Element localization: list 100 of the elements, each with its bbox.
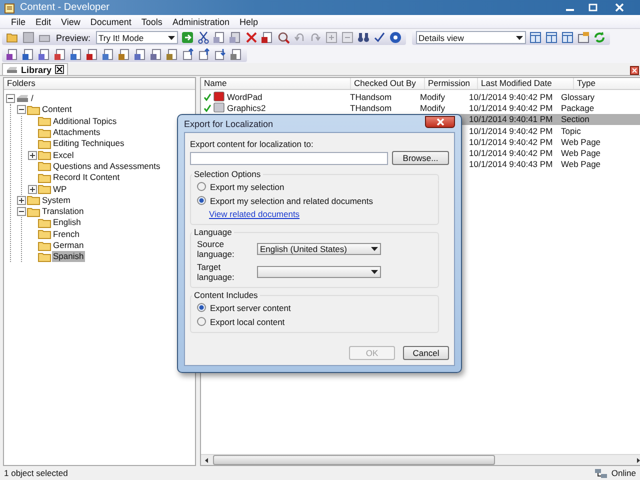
collapse-icon[interactable] (17, 105, 26, 114)
folder-item[interactable]: Questions and Assessments (52, 160, 162, 172)
expand-icon[interactable] (17, 196, 26, 205)
radio-option[interactable]: Export local content (197, 316, 432, 327)
folder-icon (38, 252, 51, 262)
menu-item[interactable]: File (6, 16, 31, 26)
radio-button[interactable] (197, 182, 206, 191)
drive-icon (6, 66, 18, 74)
folder-icon (27, 104, 40, 115)
column-header[interactable]: Last Modified Date (478, 78, 574, 89)
table-cell: Modify (420, 92, 446, 102)
radio-button[interactable] (197, 317, 206, 326)
document-row[interactable]: Graphics2 THandsom Modify 10/1/2014 9:40:42 PM Package (201, 102, 640, 114)
paste-icon[interactable] (228, 31, 242, 44)
dropdown-arrow-icon (516, 36, 523, 40)
folder-item[interactable]: Excel (52, 150, 75, 161)
scroll-right-icon[interactable] (634, 456, 640, 464)
binoculars-icon[interactable] (356, 31, 370, 44)
close-button[interactable] (425, 116, 455, 128)
folder-icon (38, 116, 51, 126)
folder-item[interactable]: Translation (41, 206, 85, 218)
target-language-dropdown[interactable] (257, 266, 381, 278)
folder-item[interactable]: Additional Topics (52, 116, 118, 127)
column-header[interactable]: Checked Out By (351, 78, 425, 89)
delete-icon[interactable] (244, 31, 258, 44)
cut-icon[interactable] (196, 31, 210, 44)
layout-icon[interactable] (528, 31, 542, 44)
scroll-left-icon[interactable] (203, 456, 211, 464)
connection-status: Online (611, 468, 636, 478)
folder-item[interactable]: / (30, 93, 34, 104)
magnifier-icon[interactable] (276, 31, 290, 44)
preview-mode-dropdown[interactable]: Try It! Mode (96, 31, 178, 44)
expand-icon[interactable] (28, 150, 37, 160)
folder-item[interactable]: Content (41, 104, 73, 116)
download-icon[interactable] (214, 48, 227, 61)
folder-item[interactable]: WP (52, 184, 68, 195)
view-mode-dropdown[interactable]: Details view (416, 31, 526, 44)
go-arrow-icon[interactable] (180, 31, 194, 44)
collapse-icon[interactable] (6, 94, 15, 104)
browse-button[interactable]: Browse... (392, 151, 449, 165)
radio-option[interactable]: Export my selection and related documents (197, 195, 432, 206)
source-language-dropdown[interactable]: English (United States) (257, 243, 381, 255)
table-cell: 10/1/2014 9:40:42 PM (469, 148, 553, 158)
folder-item[interactable]: System (41, 194, 72, 206)
folder-item[interactable]: Spanish (52, 251, 85, 262)
layout-icon[interactable] (544, 31, 558, 44)
folder-item[interactable]: German (52, 240, 85, 251)
column-header[interactable]: Permission (425, 78, 478, 89)
column-header[interactable]: Name (201, 78, 351, 89)
destination-field[interactable] (190, 152, 388, 164)
dropdown-arrow-icon (371, 247, 378, 251)
folder-icon (38, 172, 51, 183)
preview-label: Preview: (56, 32, 91, 42)
menu-item[interactable]: Document (85, 16, 136, 26)
radio-button[interactable] (197, 196, 206, 205)
close-icon[interactable] (630, 66, 639, 75)
radio-button[interactable] (197, 303, 206, 312)
folder-item[interactable]: French (52, 228, 80, 240)
view-related-link[interactable]: View related documents (209, 209, 300, 219)
menu-item[interactable]: Help (234, 16, 263, 26)
folder-icon[interactable] (6, 31, 19, 44)
status-message: 1 object selected (4, 468, 68, 478)
copy-icon[interactable] (212, 31, 226, 44)
folder-icon (27, 206, 40, 217)
table-cell: Modify (420, 102, 446, 113)
menu-item[interactable]: View (56, 16, 86, 26)
table-cell: 10/1/2014 9:40:42 PM (469, 136, 553, 147)
table-cell: Section (561, 114, 590, 124)
radio-option[interactable]: Export my selection (197, 181, 432, 192)
menu-item[interactable]: Edit (30, 16, 56, 26)
expand-icon[interactable] (28, 184, 37, 194)
close-icon[interactable] (54, 65, 64, 74)
layout-icon[interactable] (560, 31, 574, 44)
column-header: Folders (4, 78, 195, 90)
cancel-button[interactable]: Cancel (403, 346, 449, 360)
upload-icon[interactable] (198, 48, 211, 61)
folder-item[interactable]: English (52, 217, 82, 228)
menu-item[interactable]: Tools (136, 16, 168, 26)
upload-icon[interactable] (182, 48, 195, 61)
folder-item[interactable]: Editing Techniques (52, 138, 126, 150)
column-header[interactable]: Type (574, 78, 640, 89)
table-cell: THandsom (350, 102, 392, 113)
dialog-title: Export for Localization (184, 118, 274, 128)
library-tab[interactable]: Library (2, 63, 68, 75)
window-title: Content - Developer (20, 2, 110, 13)
folder-item[interactable]: Attachments (52, 127, 102, 138)
scrollbar-thumb[interactable] (213, 455, 495, 465)
radio-option[interactable]: Export server content (197, 302, 432, 313)
table-cell: Package (561, 102, 594, 113)
menu-item[interactable]: Administration (167, 16, 234, 26)
document-row[interactable]: WordPad THandsom Modify 10/1/2014 9:40:42 PM Glossary (201, 91, 640, 102)
table-cell: Glossary (561, 92, 595, 102)
folder-item[interactable]: Record It Content (52, 172, 121, 184)
table-cell: Web Page (561, 159, 601, 170)
refresh-icon[interactable] (592, 31, 606, 44)
horizontal-scrollbar[interactable] (201, 454, 640, 465)
folder-icon (38, 128, 51, 138)
collapse-icon[interactable] (17, 207, 26, 216)
folder-icon (38, 218, 51, 228)
table-cell: Web Page (561, 148, 601, 158)
